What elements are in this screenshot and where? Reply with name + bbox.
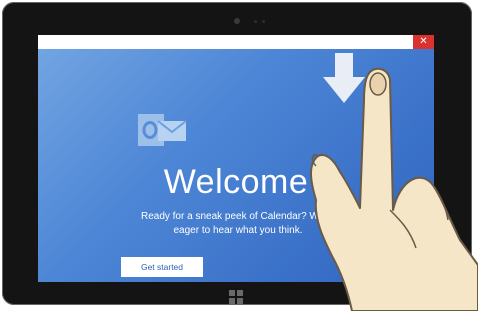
get-started-button[interactable]: Get started	[121, 257, 203, 277]
title-bar: ✕	[38, 35, 434, 49]
windows-logo-icon[interactable]	[229, 290, 243, 304]
close-button[interactable]: ✕	[413, 35, 434, 49]
hand-swipe-down-icon	[310, 67, 478, 311]
outlook-logo-icon	[138, 114, 187, 146]
front-camera	[234, 18, 240, 24]
sensor-dot	[254, 20, 257, 23]
sensor-dot	[262, 20, 265, 23]
